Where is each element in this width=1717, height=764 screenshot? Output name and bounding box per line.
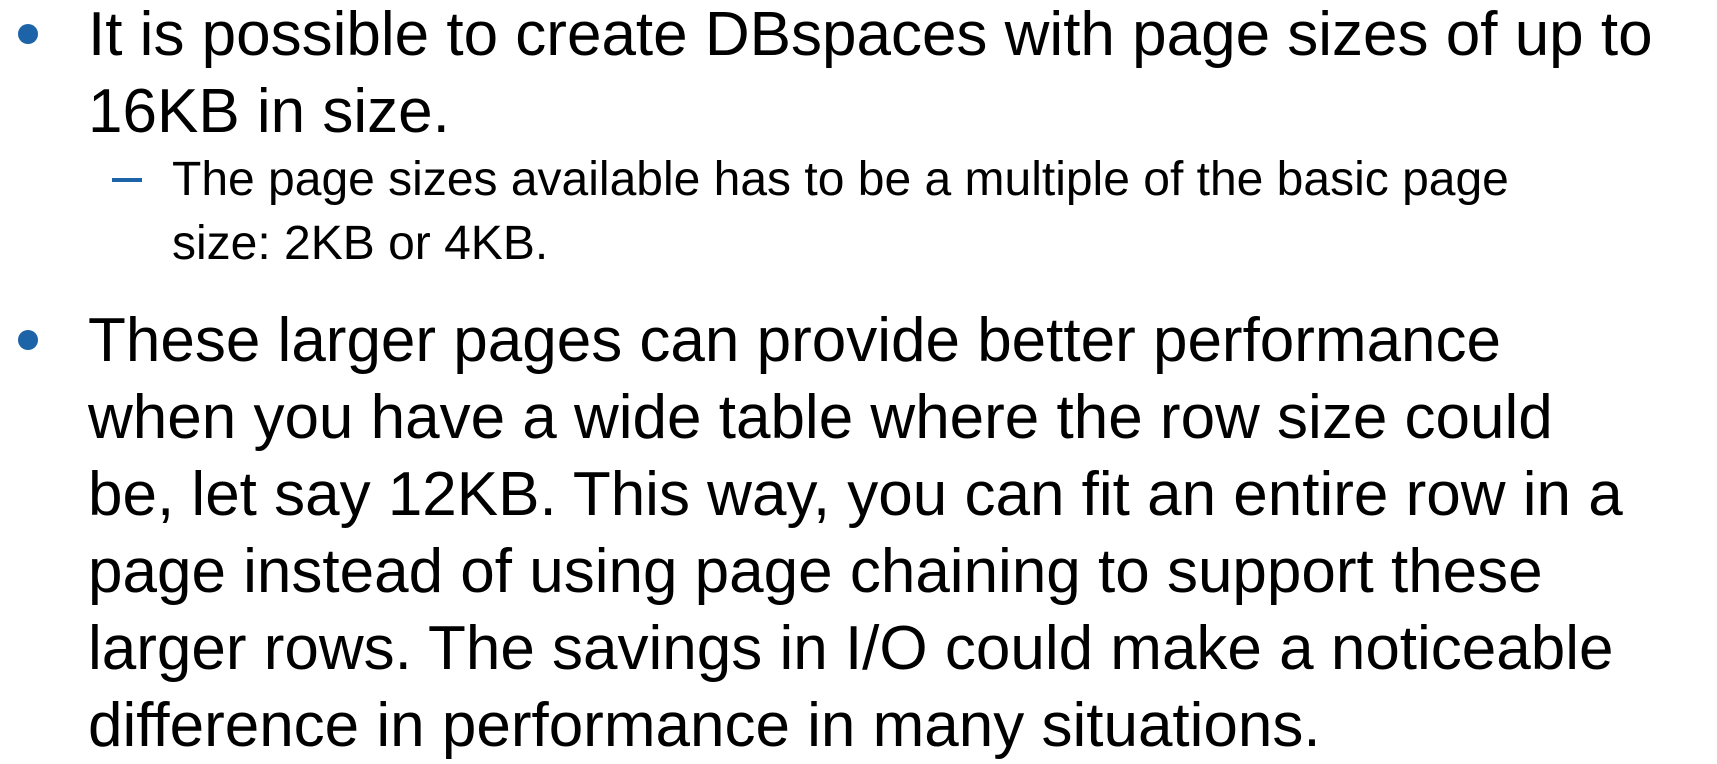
sub-bullet-text-1: The page sizes available has to be a mul…: [172, 153, 1509, 270]
bullet-text-2: These larger pages can provide better pe…: [88, 306, 1623, 760]
bullet-dot-icon: [18, 24, 38, 44]
bullet-item-1: It is possible to create DBspaces with p…: [0, 0, 1717, 146]
sub-bullet-item-1: The page sizes available has to be a mul…: [0, 148, 1717, 278]
bullet-dot-icon: [18, 330, 38, 350]
slide-content: It is possible to create DBspaces with p…: [0, 0, 1717, 760]
bullet-text-1: It is possible to create DBspaces with p…: [88, 0, 1653, 146]
dash-icon: [112, 178, 142, 182]
bullet-item-2: These larger pages can provide better pe…: [0, 302, 1717, 760]
